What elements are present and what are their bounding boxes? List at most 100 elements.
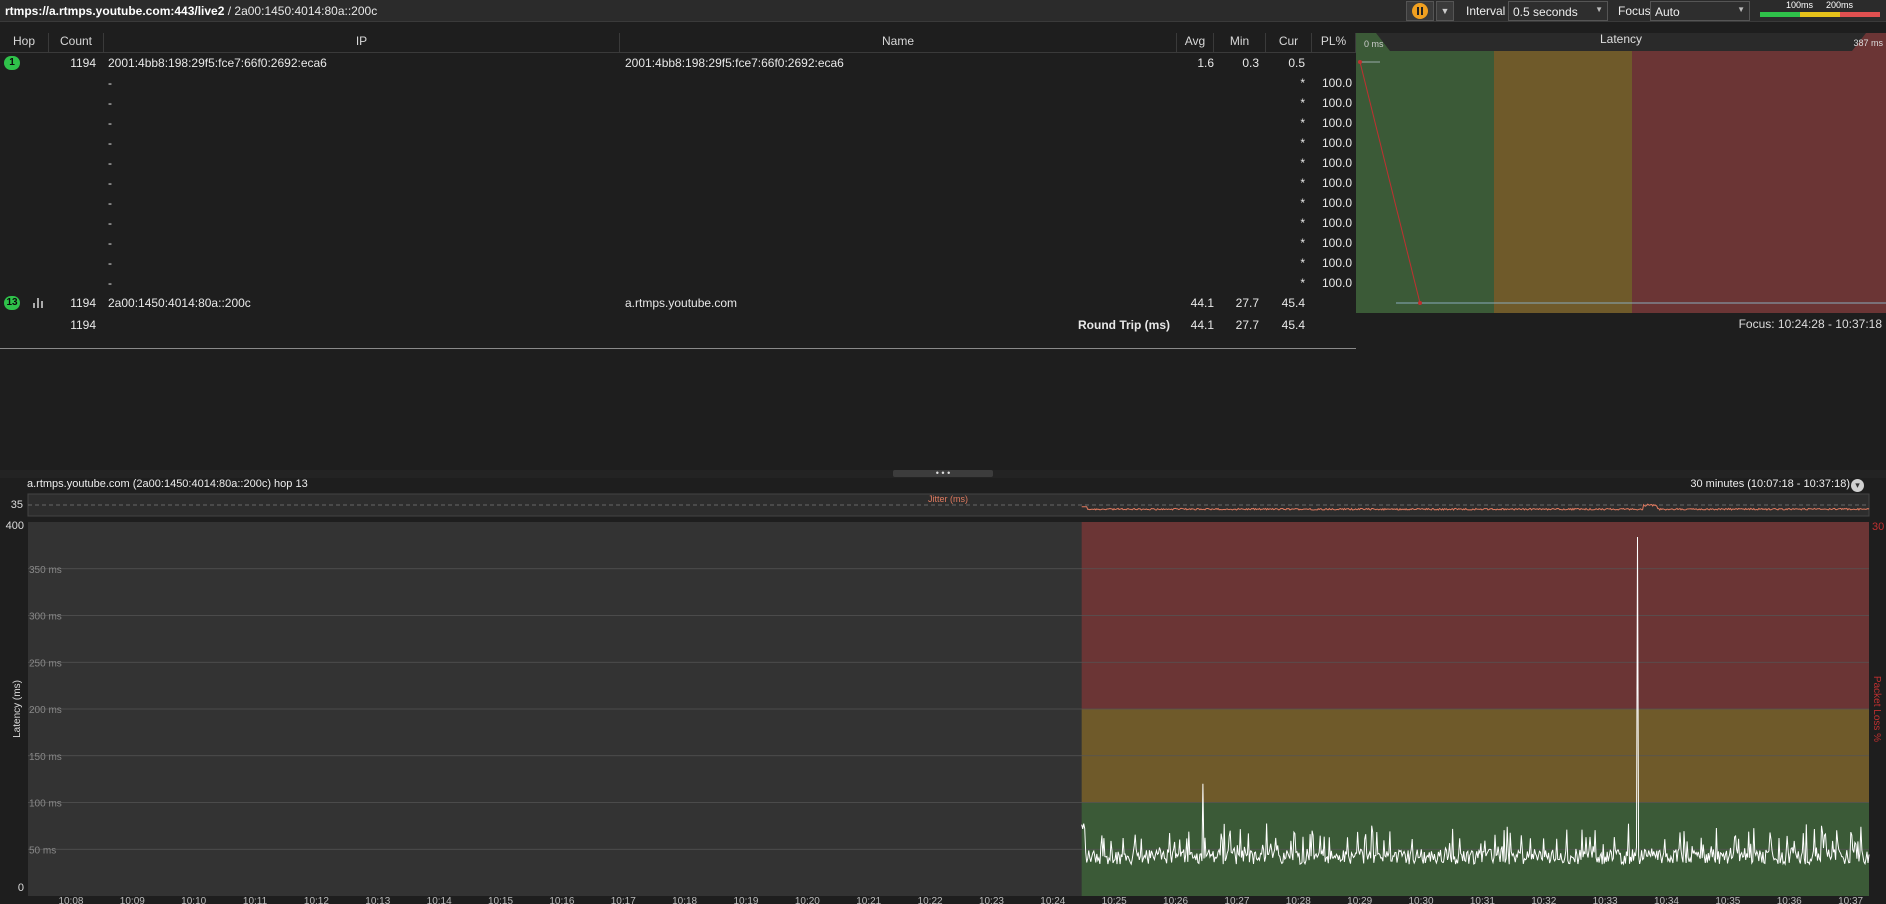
hop-avg: [1177, 253, 1214, 273]
hop-cur: *: [1300, 196, 1305, 210]
summary-cur: 45.4: [1281, 318, 1305, 332]
table-row[interactable]: - * 100.0: [0, 73, 1356, 93]
chevron-down-icon: ▼: [1440, 6, 1450, 16]
hop1-marker: [1358, 60, 1362, 64]
toolbar: rtmps://a.rtmps.youtube.com:443/live2 / …: [0, 0, 1886, 22]
table-row[interactable]: 1 1194 2001:4bb8:198:29f5:fce7:66f0:2692:e…: [0, 53, 1356, 73]
chevron-down-icon[interactable]: ▾: [1851, 479, 1864, 492]
hop-name: 2001:4bb8:198:29f5:fce7:66f0:2692:eca6: [625, 56, 844, 70]
graph-time-range[interactable]: 30 minutes (10:07:18 - 10:37:18): [1690, 478, 1850, 490]
table-row[interactable]: - * 100.0: [0, 213, 1356, 233]
hop-ip: -: [108, 216, 112, 230]
hop-avg: [1177, 173, 1214, 193]
hop-pl: 100.0: [1321, 196, 1352, 210]
hop-name: [625, 193, 1165, 213]
pause-icon: [1412, 3, 1428, 19]
x-tick-label: 10:23: [979, 896, 1004, 904]
x-tick-label: 10:19: [733, 896, 758, 904]
interval-select[interactable]: 0.5 seconds ▼: [1508, 1, 1608, 21]
legend-red-bar: [1840, 12, 1880, 17]
col-cur[interactable]: Cur: [1266, 33, 1312, 53]
hop-ip: -: [108, 276, 112, 290]
hop-avg: 1.6: [1197, 56, 1214, 70]
bar-chart-icon[interactable]: [33, 298, 45, 308]
y2-max-label: 30: [1872, 521, 1884, 533]
col-pl[interactable]: PL%: [1312, 33, 1356, 53]
hop-avg: [1177, 233, 1214, 253]
pause-button[interactable]: [1406, 1, 1434, 21]
col-hop[interactable]: Hop: [0, 33, 49, 53]
x-tick-label: 10:17: [611, 896, 636, 904]
col-name[interactable]: Name: [620, 33, 1177, 53]
table-row[interactable]: - * 100.0: [0, 253, 1356, 273]
hop-name: a.rtmps.youtube.com: [625, 296, 738, 310]
latency-title: Latency: [1600, 33, 1642, 46]
table-row[interactable]: - * 100.0: [0, 273, 1356, 293]
y-tick-label: 100 ms: [29, 799, 62, 810]
col-avg[interactable]: Avg: [1177, 33, 1214, 53]
hop-ip: -: [108, 196, 112, 210]
zone-bad: [1632, 33, 1886, 313]
hop-number-badge: 1: [4, 56, 20, 70]
x-tick-label: 10:35: [1715, 896, 1740, 904]
latency-mini-chart: 0 ms Latency 387 ms: [1356, 33, 1886, 313]
table-row[interactable]: - * 100.0: [0, 113, 1356, 133]
jitter-max-label: 35: [11, 499, 23, 511]
x-tick-label: 10:13: [365, 896, 390, 904]
x-tick-label: 10:14: [427, 896, 452, 904]
legend-green-bar: [1760, 12, 1800, 17]
hop-pl: [1312, 293, 1352, 313]
summary-count: 1194: [70, 318, 96, 332]
table-row[interactable]: - * 100.0: [0, 133, 1356, 153]
latency-min-label: 0 ms: [1364, 39, 1384, 49]
y-tick-label: 300 ms: [29, 612, 62, 623]
latency-column: 0 ms Latency 387 ms: [1356, 33, 1886, 313]
chevron-down-icon: ▼: [1595, 5, 1603, 14]
x-tick-label: 10:11: [243, 896, 268, 904]
table-row[interactable]: - * 100.0: [0, 193, 1356, 213]
x-tick-label: 10:29: [1347, 896, 1372, 904]
table-row[interactable]: - * 100.0: [0, 153, 1356, 173]
x-tick-label: 10:20: [795, 896, 820, 904]
summary-min: 27.7: [1235, 318, 1259, 332]
hop-pl: 100.0: [1321, 256, 1352, 270]
hop-cur: *: [1300, 276, 1305, 290]
focus-select[interactable]: Auto ▼: [1650, 1, 1750, 21]
col-ip[interactable]: IP: [104, 33, 620, 53]
hop-name: [625, 273, 1165, 293]
hop-cur: *: [1300, 136, 1305, 150]
latency-timeline-graph: 35 Jitter (ms) 400 0 350 ms 300 ms 250 ms 200 …: [6, 493, 1884, 904]
hop-count: 1194: [70, 56, 96, 70]
zone-good: [1356, 33, 1494, 313]
table-row[interactable]: 13 1194 2a00:1450:4014:80a::200c a.rtmps.yo…: [0, 293, 1356, 313]
hop-cur: *: [1300, 256, 1305, 270]
zone-warn: [1494, 33, 1632, 313]
pane-splitter[interactable]: • • •: [0, 469, 1886, 478]
splitter-grip-icon[interactable]: • • •: [893, 469, 993, 478]
hop-min: [1214, 193, 1259, 213]
table-row[interactable]: - * 100.0: [0, 93, 1356, 113]
legend-100-label: 100ms: [1786, 0, 1814, 10]
hop-cur: *: [1300, 236, 1305, 250]
hop-ip: -: [108, 236, 112, 250]
hop-pl: 100.0: [1321, 236, 1352, 250]
hop-cur: *: [1300, 176, 1305, 190]
col-count[interactable]: Count: [49, 33, 104, 53]
hop-ip: -: [108, 156, 112, 170]
hop-cur: *: [1300, 76, 1305, 90]
x-tick-label: 10:31: [1470, 896, 1495, 904]
hop-cur: *: [1300, 216, 1305, 230]
hop-count: [49, 273, 96, 293]
hop-number-badge: 13: [4, 296, 20, 310]
pause-dropdown-button[interactable]: ▼: [1436, 1, 1454, 21]
table-row[interactable]: - * 100.0: [0, 173, 1356, 193]
y-zero-label: 0: [18, 882, 24, 894]
col-min[interactable]: Min: [1214, 33, 1266, 53]
x-tick-label: 10:37: [1838, 896, 1863, 904]
table-row[interactable]: - * 100.0: [0, 233, 1356, 253]
hop-cur: 45.4: [1281, 296, 1305, 310]
table-header: Hop Count IP Name Avg Min Cur PL%: [0, 33, 1356, 53]
x-tick-label: 10:21: [856, 896, 881, 904]
x-tick-label: 10:26: [1163, 896, 1188, 904]
interval-value: 0.5 seconds: [1513, 5, 1578, 19]
